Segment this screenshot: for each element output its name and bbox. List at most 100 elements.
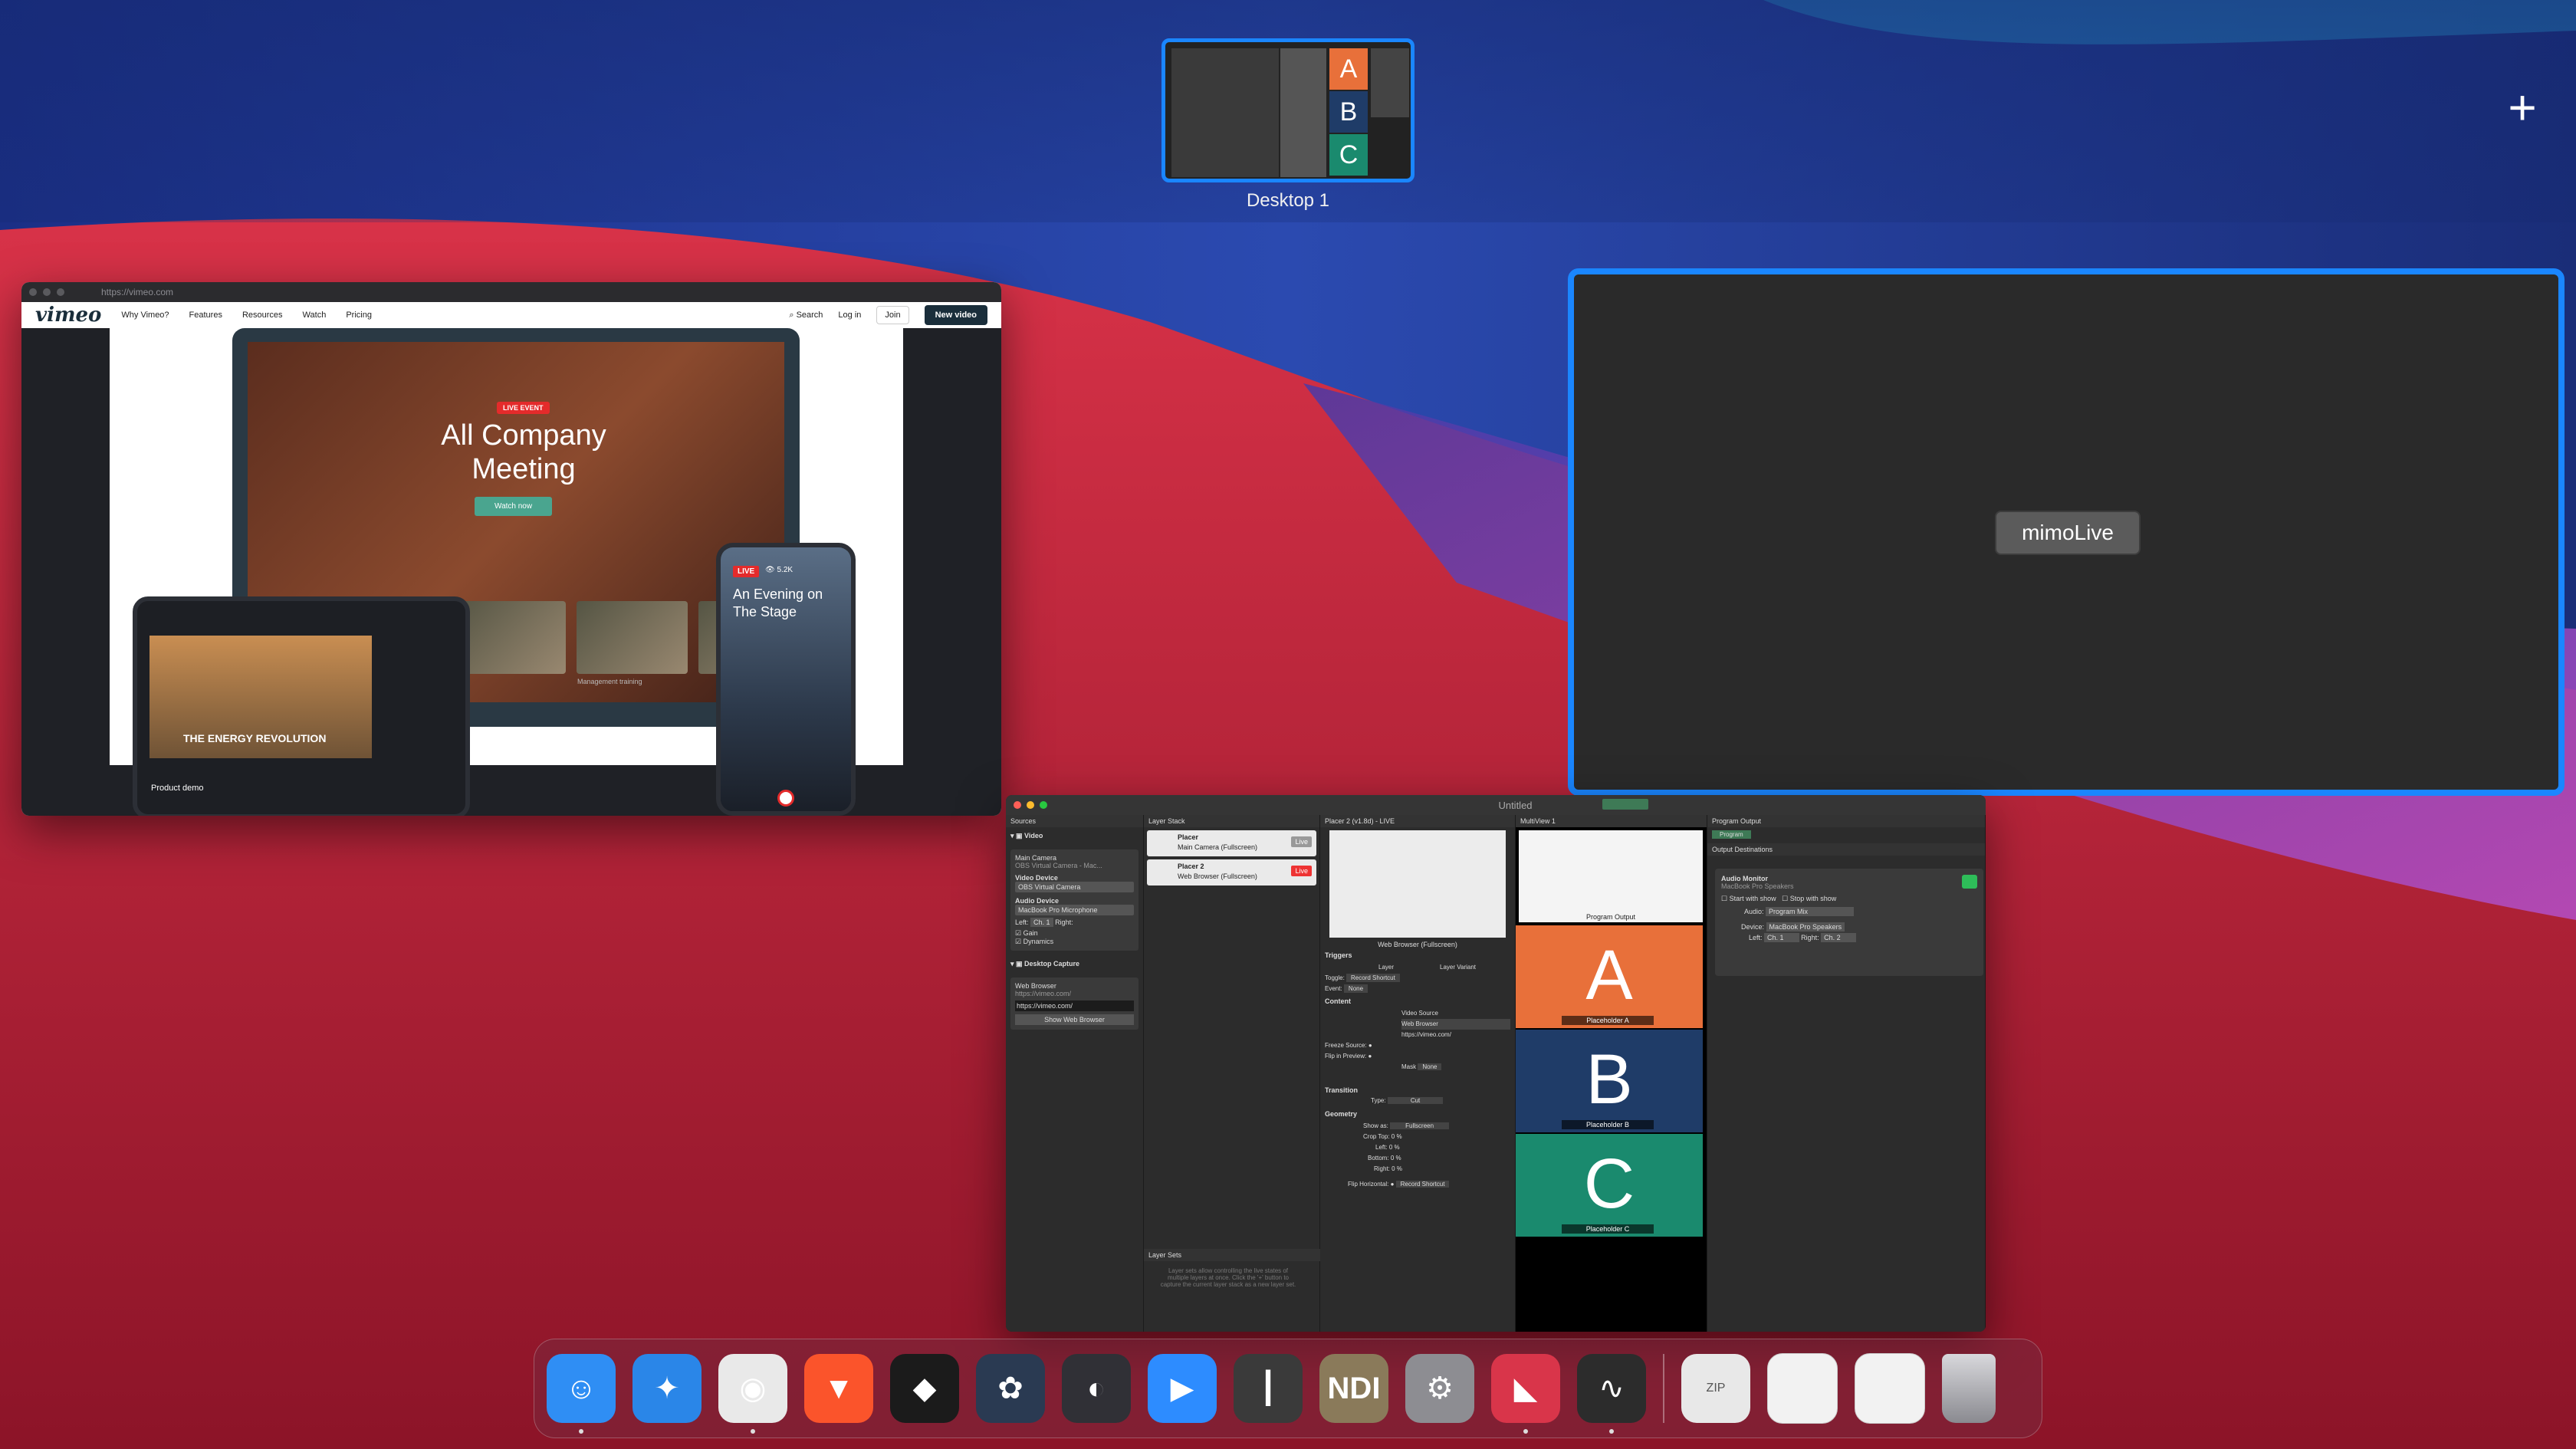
dock-zip-file-icon[interactable]: ZIP (1681, 1354, 1750, 1423)
dock-safari-icon[interactable]: ✦ (632, 1354, 702, 1423)
dock-brave-icon[interactable]: ▼ (804, 1354, 873, 1423)
event-select[interactable]: None (1343, 984, 1368, 993)
audio-source-select[interactable]: Program Mix (1766, 907, 1855, 916)
nav-watch[interactable]: Watch (303, 310, 327, 320)
show-web-browser-button[interactable]: Show Web Browser (1015, 1014, 1134, 1025)
dock-system-preferences-icon[interactable]: ⚙ (1405, 1354, 1474, 1423)
thumb-tile-b: B (1329, 91, 1368, 133)
dock-obs-icon[interactable]: ◐ (1062, 1354, 1131, 1423)
main-camera-source[interactable]: Main Camera OBS Virtual Camera - Mac... … (1010, 849, 1138, 951)
dock-minimized-window-2[interactable] (1855, 1353, 1925, 1424)
output-right-select[interactable]: Ch. 2 (1821, 933, 1856, 942)
layer-live-button[interactable]: Live (1291, 836, 1312, 847)
running-indicator (1609, 1429, 1614, 1434)
minimize-dot[interactable] (1027, 801, 1034, 809)
dock-final-cut-icon[interactable]: ◆ (890, 1354, 959, 1423)
dock-minimized-window-1[interactable] (1767, 1353, 1838, 1424)
dock-finder-icon[interactable]: ☺ (547, 1354, 616, 1434)
video-source-select[interactable]: Web Browser (1401, 1019, 1510, 1030)
crop-right-value[interactable]: 0 % (1392, 1165, 1402, 1172)
login-link[interactable]: Log in (838, 310, 861, 320)
program-button[interactable]: Program (1712, 830, 1751, 839)
running-indicator (751, 1429, 755, 1434)
dock-ndi-icon[interactable]: NDI (1319, 1354, 1388, 1423)
live-indicator[interactable] (1602, 799, 1648, 810)
left-channel-select[interactable]: Ch. 1 (1030, 918, 1053, 927)
layer-inspector: Placer 2 (v1.8d) - LIVE Web Browser (Ful… (1320, 815, 1516, 1332)
nav-pricing[interactable]: Pricing (346, 310, 372, 320)
multiview-tile-b[interactable]: B Placeholder B (1516, 1030, 1703, 1132)
web-browser-sub: https://vimeo.com/ (1015, 990, 1072, 997)
dock-mimolive-icon[interactable]: ◣ (1491, 1354, 1560, 1434)
mimolive-document-window[interactable]: Untitled Sources ▾ ▣ Video Main Camera O… (1006, 795, 1986, 1332)
watch-now-button[interactable]: Watch now (475, 497, 553, 516)
vimeo-logo[interactable]: vimeo (35, 304, 101, 327)
browser-toolbar: https://vimeo.com (21, 282, 1001, 302)
layer-sub: Main Camera (Fullscreen) (1178, 843, 1258, 851)
device-select[interactable]: MacBook Pro Speakers (1766, 922, 1845, 932)
hero-title: All Company Meeting (441, 419, 606, 485)
dock-zoom-icon[interactable]: ▶ (1148, 1354, 1217, 1423)
audio-device-select[interactable]: MacBook Pro Microphone (1015, 905, 1134, 915)
multiview-tile-a[interactable]: A Placeholder A (1516, 925, 1703, 1028)
speaker-icon[interactable] (1962, 875, 1977, 889)
crop-right-label: Right: (1374, 1165, 1390, 1172)
address-bar[interactable]: https://vimeo.com (101, 287, 173, 297)
nav-features[interactable]: Features (189, 310, 222, 320)
new-video-button[interactable]: New video (924, 305, 987, 325)
close-dot[interactable] (1014, 801, 1021, 809)
mask-select[interactable]: None (1418, 1063, 1442, 1070)
output-right-label: Right: (1801, 934, 1819, 941)
close-dot[interactable] (29, 288, 37, 296)
output-left-label: Left: (1749, 934, 1763, 941)
zoom-dot[interactable] (1040, 801, 1047, 809)
crop-bottom-value[interactable]: 0 % (1391, 1155, 1401, 1162)
zoom-dot[interactable] (57, 288, 64, 296)
search-label: Search (796, 310, 823, 320)
video-thumbnail[interactable] (577, 601, 688, 674)
join-button[interactable]: Join (876, 306, 909, 324)
search-link[interactable]: ⌕ Search (789, 310, 823, 320)
record-icon[interactable] (777, 790, 794, 807)
video-thumbnail[interactable] (455, 601, 566, 674)
url-field[interactable]: https://vimeo.com/ (1015, 1001, 1134, 1011)
record-shortcut-button[interactable]: Record Shortcut (1395, 1181, 1450, 1188)
layer-row-placer[interactable]: Placer Main Camera (Fullscreen) Live (1147, 830, 1316, 856)
multiview-tile-c[interactable]: C Placeholder C (1516, 1134, 1703, 1237)
dock-trash-icon[interactable] (1942, 1354, 1996, 1423)
dock-chrome-icon[interactable]: ◉ (718, 1354, 787, 1434)
add-space-button[interactable]: + (2499, 83, 2545, 132)
video-device-select[interactable]: OBS Virtual Camera (1015, 882, 1134, 892)
transition-type-select[interactable]: Cut (1387, 1097, 1444, 1104)
crop-top-value[interactable]: 0 % (1392, 1133, 1402, 1140)
crop-left-value[interactable]: 0 % (1389, 1144, 1400, 1151)
window-title-label[interactable]: mimoLive (1995, 511, 2141, 555)
program-output-panel: Program Output Program Output Destinatio… (1707, 815, 1986, 1332)
davinci-glyph: ✿ (997, 1372, 1024, 1405)
nav-resources[interactable]: Resources (242, 310, 283, 320)
phone-live-badge: LIVE (733, 566, 760, 577)
dock-activity-monitor-icon[interactable]: ∿ (1577, 1354, 1646, 1434)
tablet-mockup: THE ENERGY REVOLUTION Product demo (133, 596, 470, 816)
video-source-url: https://vimeo.com/ (1401, 1031, 1451, 1038)
device-label: Device: (1741, 923, 1765, 931)
nav-why-vimeo[interactable]: Why Vimeo? (121, 310, 169, 320)
output-left-select[interactable]: Ch. 1 (1764, 933, 1799, 942)
show-as-select[interactable]: Fullscreen (1390, 1122, 1450, 1129)
dock-mixer-icon[interactable]: ┃ (1234, 1354, 1303, 1423)
desktop-1-thumbnail[interactable]: A B C (1162, 38, 1414, 182)
start-with-show-checkbox[interactable]: Start with show (1730, 895, 1776, 902)
stop-with-show-checkbox[interactable]: Stop with show (1790, 895, 1837, 902)
minimize-dot[interactable] (43, 288, 51, 296)
record-shortcut-button[interactable]: Record Shortcut (1346, 974, 1400, 982)
dock-davinci-icon[interactable]: ✿ (976, 1354, 1045, 1423)
inspector-header: Placer 2 (v1.8d) - LIVE (1320, 815, 1515, 827)
audio-monitor-card[interactable]: Audio Monitor MacBook Pro Speakers ☐ Sta… (1715, 869, 1983, 976)
gain-checkbox[interactable]: Gain (1024, 929, 1038, 937)
web-browser-source[interactable]: Web Browser https://vimeo.com/ https://v… (1010, 978, 1138, 1030)
layer-row-placer-2[interactable]: Placer 2 Web Browser (Fullscreen) Live (1147, 859, 1316, 886)
browser-window-vimeo[interactable]: https://vimeo.com vimeo Why Vimeo? Featu… (21, 282, 1001, 816)
dynamics-checkbox[interactable]: Dynamics (1024, 938, 1054, 945)
layer-live-button[interactable]: Live (1291, 866, 1312, 876)
left-label: Left: (1015, 918, 1029, 926)
